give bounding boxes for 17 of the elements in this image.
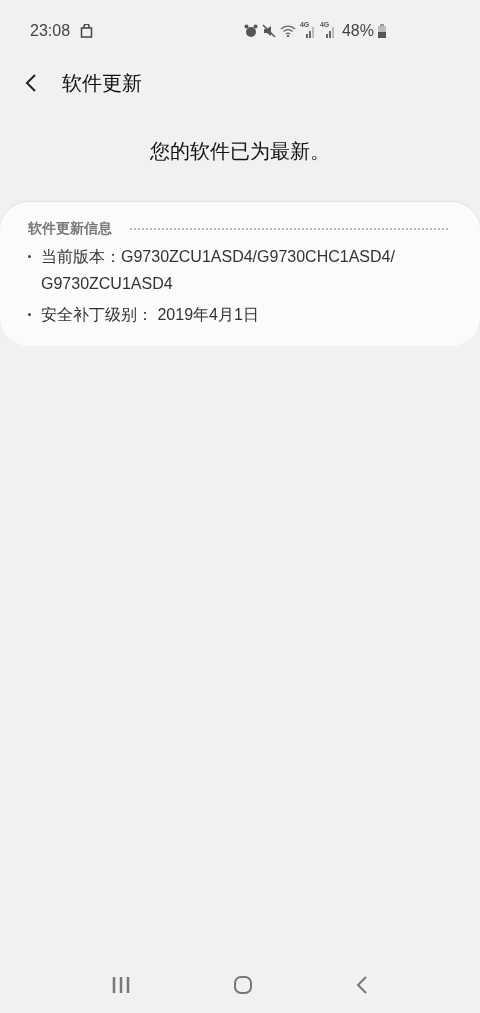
status-time: 23:08 bbox=[30, 21, 71, 41]
recents-button[interactable] bbox=[111, 976, 131, 994]
page-title: 软件更新 bbox=[62, 71, 142, 96]
bag-icon bbox=[80, 24, 94, 38]
info-line: 安全补丁级别： 2019年4月1日 bbox=[41, 305, 260, 325]
wifi-icon bbox=[279, 24, 296, 38]
info-line: 当前版本：G9730ZCU1ASD4/G9730CHC1ASD4/ G9730ZCU1ASD4 bbox=[41, 247, 396, 294]
card-title: 软件更新信息 bbox=[28, 219, 112, 238]
mute-icon bbox=[261, 24, 276, 38]
battery-icon bbox=[378, 24, 386, 38]
back-nav-button[interactable] bbox=[355, 975, 369, 995]
alarm-icon bbox=[243, 24, 258, 38]
bullet-icon bbox=[28, 255, 31, 258]
status-message: 您的软件已为最新。 bbox=[150, 139, 330, 164]
bullet-icon bbox=[28, 313, 31, 316]
home-button[interactable] bbox=[233, 975, 253, 995]
battery-percent: 48% bbox=[341, 21, 374, 41]
